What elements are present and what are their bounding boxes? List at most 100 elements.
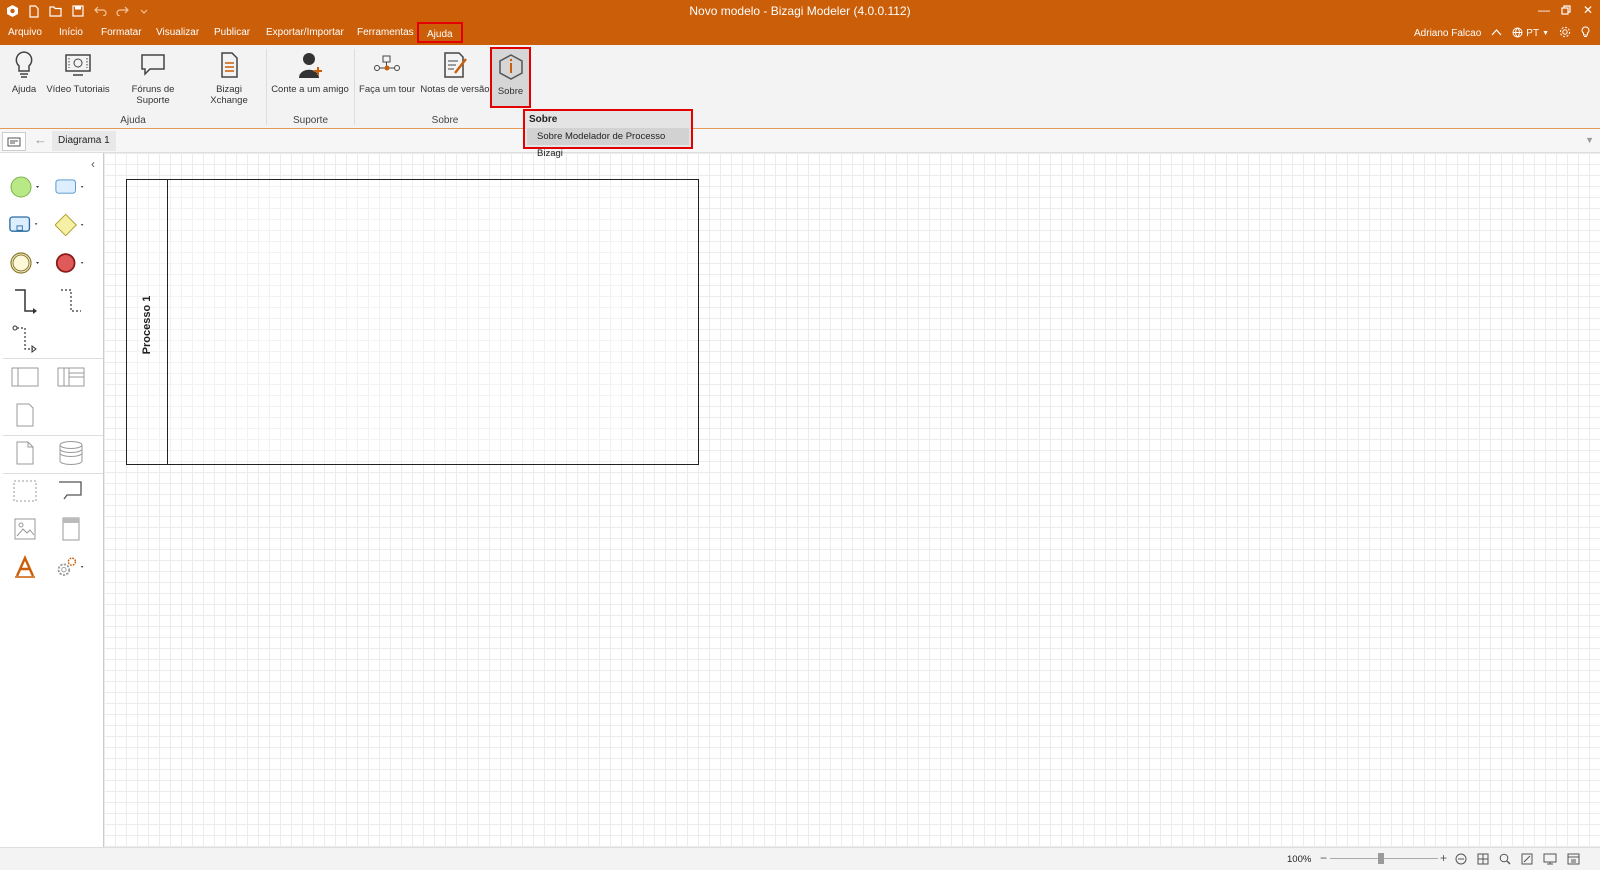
subprocess-icon[interactable]: [9, 209, 41, 241]
exchange-box-icon: [196, 49, 262, 81]
fit-width-icon[interactable]: [1454, 852, 1468, 866]
sobre-dropdown: Sobre Sobre Modelador de Processo Bizagi: [523, 109, 693, 159]
lightbulb-icon: [9, 49, 39, 81]
menu-bar: Arquivo Início Formatar Visualizar Publi…: [0, 22, 1600, 45]
presentation-icon[interactable]: [1543, 852, 1557, 866]
ribbon-button-label: Faça um tour: [359, 84, 415, 95]
sequence-flow-icon[interactable]: [9, 285, 41, 317]
globe-icon: [1512, 27, 1523, 41]
video-screen-icon: [46, 49, 110, 81]
association-icon[interactable]: [55, 285, 87, 317]
gateway-icon[interactable]: [55, 209, 87, 241]
data-store-icon[interactable]: [55, 437, 87, 469]
ribbon-bizagi-xchange-button[interactable]: Bizagi Xchange: [196, 49, 262, 106]
tab-diagrama-1[interactable]: Diagrama 1: [52, 131, 116, 151]
language-code: PT: [1526, 28, 1540, 39]
close-icon[interactable]: ✕: [1580, 2, 1596, 18]
zoom-level: 100%: [1287, 854, 1312, 865]
ribbon-faca-tour-button[interactable]: Faça um tour: [358, 49, 416, 95]
ribbon-ajuda-button[interactable]: Ajuda: [9, 49, 39, 95]
sobre-modelador-menu-item[interactable]: Sobre Modelador de Processo Bizagi: [527, 128, 689, 159]
window-controls: — ✕: [1536, 2, 1596, 18]
menu-exportar-importar[interactable]: Exportar/Importar: [266, 27, 344, 38]
zoom-out-icon[interactable]: −: [1320, 851, 1327, 865]
pool-icon[interactable]: [9, 361, 41, 393]
minimize-icon[interactable]: —: [1536, 2, 1552, 18]
data-object-icon[interactable]: [9, 437, 41, 469]
image-icon[interactable]: [9, 513, 41, 545]
tour-path-icon: [358, 49, 416, 81]
pool-processo-1[interactable]: Processo 1: [126, 179, 699, 465]
menu-visualizar[interactable]: Visualizar: [156, 27, 199, 38]
ribbon-group-ajuda: Ajuda: [120, 115, 146, 126]
start-event-icon[interactable]: [9, 171, 41, 203]
task-icon[interactable]: [55, 171, 87, 203]
release-notes-icon: [420, 49, 490, 81]
palette-separator: [3, 358, 103, 359]
collapse-ribbon-icon[interactable]: [1491, 28, 1502, 39]
ribbon-group-suporte: Suporte: [292, 115, 329, 126]
tab-list-dropdown-icon[interactable]: ▼: [1585, 135, 1594, 145]
pool-label: Processo 1: [141, 295, 153, 355]
zoom-in-icon[interactable]: +: [1440, 851, 1447, 865]
fit-page-icon[interactable]: [1520, 852, 1534, 866]
layout-options-icon[interactable]: [1566, 852, 1580, 866]
settings-icon[interactable]: [1559, 26, 1571, 41]
intermediate-event-icon[interactable]: [9, 247, 41, 279]
person-share-icon: [271, 49, 349, 81]
menu-ajuda[interactable]: Ajuda: [417, 22, 463, 43]
ribbon-button-label: Vídeo Tutoriais: [46, 84, 110, 95]
lane-icon[interactable]: [55, 361, 87, 393]
text-format-icon[interactable]: [9, 551, 41, 583]
palette-separator: [3, 435, 103, 436]
ribbon-button-label: Conte a um amigo: [271, 84, 349, 95]
menu-formatar[interactable]: Formatar: [101, 27, 142, 38]
diagram-tab-bar: ← Diagrama 1 ▼: [0, 129, 1600, 153]
ribbon-foruns-suporte-button[interactable]: Fóruns de Suporte: [114, 49, 192, 106]
ribbon-video-tutoriais-button[interactable]: Vídeo Tutoriais: [46, 49, 110, 95]
back-arrow-icon[interactable]: ←: [34, 132, 47, 147]
group-icon[interactable]: [9, 475, 41, 507]
ribbon-button-label: Fóruns de Suporte: [131, 84, 175, 106]
ribbon-button-label: Sobre: [497, 86, 524, 97]
zoom-magnifier-icon[interactable]: [1498, 852, 1512, 866]
diagram-canvas[interactable]: Processo 1: [104, 153, 1600, 847]
ribbon-button-label: Ajuda: [11, 84, 37, 95]
ribbon-sobre-button[interactable]: Sobre: [490, 47, 531, 108]
ribbon-notas-versao-button[interactable]: Notas de versão: [420, 49, 490, 95]
menu-publicar[interactable]: Publicar: [214, 27, 250, 38]
ribbon-button-label: Notas de versão: [420, 84, 490, 95]
shape-palette: ‹: [3, 153, 104, 847]
speech-bubble-icon: [114, 49, 192, 81]
restore-icon[interactable]: [1558, 2, 1574, 18]
diagram-overview-icon[interactable]: [2, 132, 26, 151]
menu-inicio[interactable]: Início: [59, 27, 83, 38]
end-event-icon[interactable]: [55, 247, 87, 279]
milestone-icon[interactable]: [9, 399, 41, 431]
ribbon-group-sobre: Sobre: [431, 115, 459, 126]
text-annotation-icon[interactable]: [55, 475, 87, 507]
ribbon: Ajuda Vídeo Tutoriais Fóruns de Suporte …: [0, 45, 1600, 129]
user-area: Adriano Falcao PT ▼: [1414, 26, 1590, 41]
lightbulb-icon[interactable]: [1581, 26, 1590, 41]
user-name[interactable]: Adriano Falcao: [1414, 28, 1481, 39]
zoom-slider-track[interactable]: [1330, 858, 1438, 859]
ribbon-conte-amigo-button[interactable]: Conte a um amigo: [271, 49, 349, 95]
pool-header[interactable]: Processo 1: [127, 180, 168, 464]
zoom-slider-handle[interactable]: [1378, 853, 1384, 864]
group-separator: [266, 49, 267, 125]
palette-separator: [3, 473, 103, 474]
info-hexagon-icon: [492, 51, 529, 83]
group-separator: [354, 49, 355, 125]
window-title: Novo modelo - Bizagi Modeler (4.0.0.112): [689, 4, 911, 18]
grid-view-icon[interactable]: [1476, 852, 1490, 866]
menu-arquivo[interactable]: Arquivo: [8, 27, 42, 38]
dropdown-header: Sobre: [529, 114, 558, 125]
language-selector[interactable]: PT ▼: [1512, 27, 1549, 41]
collapse-palette-icon[interactable]: ‹: [91, 157, 95, 171]
message-flow-icon[interactable]: [9, 323, 41, 355]
menu-ferramentas[interactable]: Ferramentas: [357, 27, 414, 38]
artifacts-gear-icon[interactable]: [55, 551, 87, 583]
header-icon[interactable]: [55, 513, 87, 545]
status-bar: 100% − +: [0, 847, 1600, 870]
